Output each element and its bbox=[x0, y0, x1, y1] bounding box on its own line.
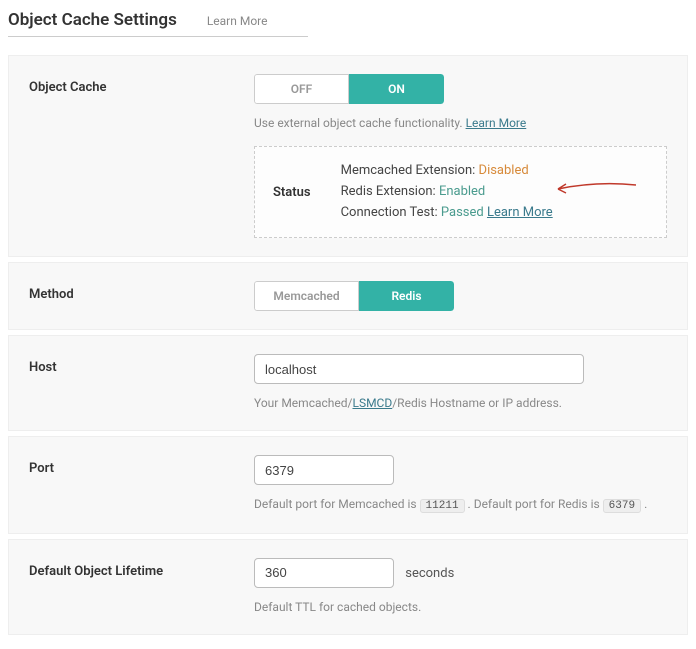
lifetime-label: Default Object Lifetime bbox=[29, 558, 254, 579]
toggle-off-button[interactable]: OFF bbox=[254, 74, 349, 104]
object-cache-learn-more-link[interactable]: Learn More bbox=[466, 116, 527, 130]
connection-status-line: Connection Test: Passed Learn More bbox=[341, 203, 553, 224]
redis-port-pill: 6379 bbox=[603, 499, 641, 513]
lifetime-suffix: seconds bbox=[405, 566, 454, 581]
toggle-on-button[interactable]: ON bbox=[349, 74, 444, 104]
memcached-port-pill: 11211 bbox=[420, 499, 465, 513]
lifetime-helper: Default TTL for cached objects. bbox=[254, 598, 667, 616]
lsmcd-link[interactable]: LSMCD bbox=[352, 396, 392, 410]
connection-learn-more-link[interactable]: Learn More bbox=[487, 205, 553, 220]
page-title: Object Cache Settings bbox=[8, 10, 177, 30]
status-lines: Memcached Extension: Disabled Redis Exte… bbox=[341, 161, 553, 223]
memcached-status-value: Disabled bbox=[479, 163, 529, 178]
learn-more-link[interactable]: Learn More bbox=[207, 14, 268, 28]
port-input[interactable] bbox=[254, 455, 394, 485]
status-box: Status Memcached Extension: Disabled Red… bbox=[254, 146, 667, 238]
arrow-annotation-icon bbox=[556, 181, 636, 197]
status-label: Status bbox=[273, 185, 311, 200]
port-label: Port bbox=[29, 455, 254, 476]
redis-status-line: Redis Extension: Enabled bbox=[341, 182, 553, 203]
object-cache-label: Object Cache bbox=[29, 74, 254, 95]
connection-status-value: Passed bbox=[441, 205, 484, 220]
host-label: Host bbox=[29, 354, 254, 375]
object-cache-helper: Use external object cache functionality.… bbox=[254, 114, 667, 132]
section-host: Host Your Memcached/LSMCD/Redis Hostname… bbox=[8, 335, 688, 431]
host-helper: Your Memcached/LSMCD/Redis Hostname or I… bbox=[254, 394, 667, 412]
host-input[interactable] bbox=[254, 354, 584, 384]
page-header: Object Cache Settings Learn More bbox=[8, 10, 308, 37]
method-label: Method bbox=[29, 281, 254, 302]
redis-status-value: Enabled bbox=[439, 184, 485, 199]
method-toggle: Memcached Redis bbox=[254, 281, 454, 311]
method-memcached-button[interactable]: Memcached bbox=[254, 281, 359, 311]
memcached-status-line: Memcached Extension: Disabled bbox=[341, 161, 553, 182]
method-redis-button[interactable]: Redis bbox=[359, 281, 454, 311]
section-port: Port Default port for Memcached is 11211… bbox=[8, 436, 688, 534]
section-lifetime: Default Object Lifetime seconds Default … bbox=[8, 539, 688, 635]
object-cache-toggle: OFF ON bbox=[254, 74, 444, 104]
port-helper: Default port for Memcached is 11211 . De… bbox=[254, 495, 667, 515]
section-method: Method Memcached Redis bbox=[8, 262, 688, 330]
lifetime-input[interactable] bbox=[254, 558, 394, 588]
section-object-cache: Object Cache OFF ON Use external object … bbox=[8, 55, 688, 257]
